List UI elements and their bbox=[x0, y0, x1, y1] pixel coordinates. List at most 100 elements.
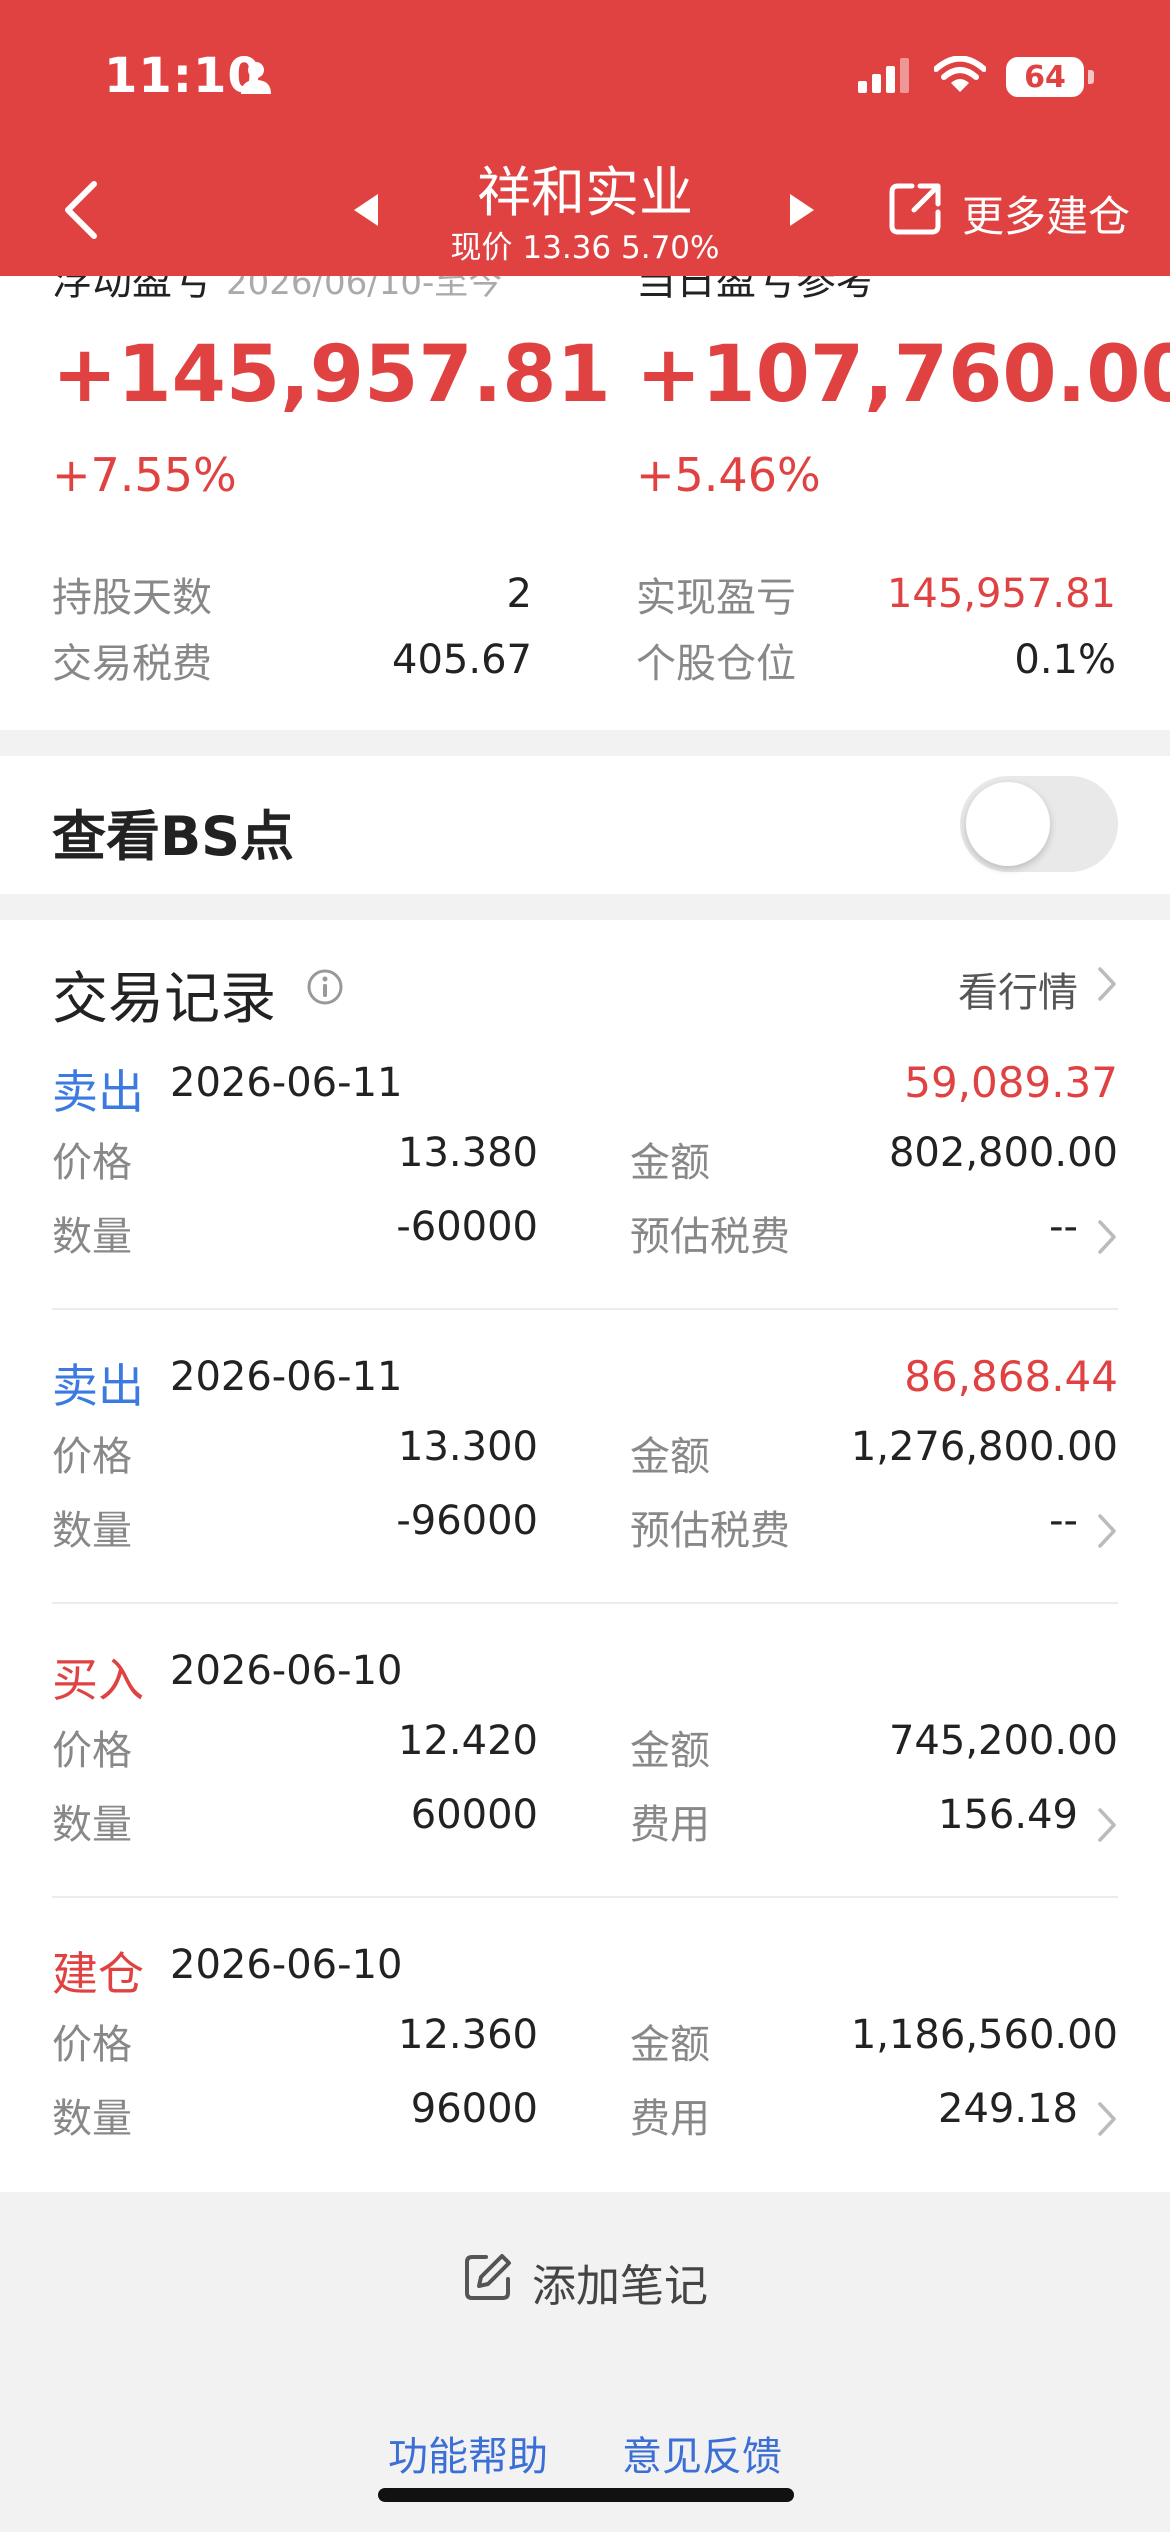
floating-pnl-value: +145,957.81 bbox=[52, 330, 611, 420]
chevron-right-icon bbox=[1096, 2100, 1118, 2142]
record-divider bbox=[52, 1602, 1118, 1604]
trade-records-title: 交易记录 bbox=[52, 967, 276, 1032]
wifi-icon bbox=[933, 55, 987, 98]
qty-label: 数量 bbox=[52, 1508, 132, 1554]
prev-stock-icon[interactable] bbox=[348, 190, 382, 230]
top-header: 11:10 64 祥和实业 现价 13.36 5.70% 更多建仓 bbox=[0, 0, 1170, 276]
toggle-knob bbox=[966, 782, 1050, 866]
more-positions-label: 更多建仓 bbox=[961, 191, 1130, 241]
trade-date: 2026-06-10 bbox=[170, 1648, 403, 1694]
qty-value: -96000 bbox=[396, 1498, 538, 1544]
trade-price-row: 价格 12.360 金额 1,186,560.00 bbox=[52, 2012, 1118, 2072]
trade-price-row: 价格 13.300 金额 1,276,800.00 bbox=[52, 1424, 1118, 1484]
record-divider bbox=[52, 1896, 1118, 1898]
battery-tip bbox=[1088, 70, 1094, 84]
trade-record[interactable]: 建仓 2026-06-10 价格 12.360 金额 1,186,560.00 … bbox=[52, 1938, 1118, 2234]
daily-pnl-percent: +5.46% bbox=[636, 448, 821, 502]
trade-price-row: 价格 12.420 金额 745,200.00 bbox=[52, 1718, 1118, 1778]
price-value: 12.420 bbox=[398, 1718, 538, 1764]
chevron-right-icon bbox=[1096, 1806, 1118, 1848]
trade-date: 2026-06-11 bbox=[170, 1060, 403, 1106]
qty-value: 60000 bbox=[410, 1792, 538, 1838]
trade-fees-value: 405.67 bbox=[392, 637, 532, 683]
feedback-link[interactable]: 意见反馈 bbox=[622, 2424, 782, 2482]
trade-type: 卖出 bbox=[52, 1065, 144, 1119]
trade-pnl: 59,089.37 bbox=[904, 1058, 1118, 1107]
battery-indicator: 64 bbox=[1006, 57, 1084, 97]
add-note-label: 添加笔记 bbox=[532, 2261, 708, 2312]
bs-points-toggle[interactable] bbox=[960, 776, 1118, 872]
stock-price-info: 现价 13.36 5.70% bbox=[450, 230, 720, 266]
price-label: 价格 bbox=[52, 1728, 132, 1774]
daily-pnl-value: +107,760.00 bbox=[636, 330, 1170, 420]
stock-name: 祥和实业 bbox=[477, 161, 693, 224]
trade-date: 2026-06-10 bbox=[170, 1942, 403, 1988]
fee-value: -- bbox=[1049, 1204, 1078, 1250]
holding-days-value: 2 bbox=[506, 571, 532, 617]
signal-icon bbox=[858, 57, 914, 97]
status-indicators: 64 bbox=[858, 55, 1094, 98]
realized-pnl-row: 实现盈亏 145,957.81 bbox=[636, 564, 1116, 624]
add-note-button[interactable]: 添加笔记 bbox=[462, 2250, 708, 2314]
amount-label: 金额 bbox=[630, 2022, 710, 2068]
amount-value: 802,800.00 bbox=[888, 1130, 1118, 1176]
position-ratio-label: 个股仓位 bbox=[636, 641, 796, 687]
realized-pnl-value: 145,957.81 bbox=[886, 571, 1116, 617]
price-label: 价格 bbox=[52, 2022, 132, 2068]
fee-value: 156.49 bbox=[938, 1792, 1078, 1838]
external-link-icon bbox=[886, 178, 946, 248]
trade-qty-row: 数量 60000 费用 156.49 bbox=[52, 1792, 1118, 1852]
qty-label: 数量 bbox=[52, 1802, 132, 1848]
holding-days-label: 持股天数 bbox=[52, 575, 212, 621]
amount-value: 1,276,800.00 bbox=[850, 1424, 1118, 1470]
position-ratio-row: 个股仓位 0.1% bbox=[636, 630, 1116, 690]
view-market-link[interactable]: 看行情 bbox=[958, 960, 1118, 1018]
home-indicator bbox=[378, 2488, 794, 2502]
price-label: 价格 bbox=[52, 1434, 132, 1480]
record-divider bbox=[52, 1308, 1118, 1310]
position-ratio-value: 0.1% bbox=[1014, 637, 1116, 683]
chevron-right-icon bbox=[1096, 1512, 1118, 1554]
trade-price-row: 价格 13.380 金额 802,800.00 bbox=[52, 1130, 1118, 1190]
amount-label: 金额 bbox=[630, 1434, 710, 1480]
person-icon bbox=[238, 60, 274, 100]
trade-pnl: 86,868.44 bbox=[904, 1352, 1118, 1401]
qty-value: 96000 bbox=[410, 2086, 538, 2132]
price-label: 价格 bbox=[52, 1140, 132, 1186]
pnl-summary-card: 浮动盈亏 2026/06/10-至今 +145,957.81 +7.55% 当日盈… bbox=[0, 230, 1170, 730]
amount-value: 745,200.00 bbox=[888, 1718, 1118, 1764]
price-value: 13.380 bbox=[398, 1130, 538, 1176]
chevron-right-icon bbox=[1096, 965, 1118, 1013]
trade-fees-label: 交易税费 bbox=[52, 641, 212, 687]
fee-value: -- bbox=[1049, 1498, 1078, 1544]
bs-points-label: 查看BS点 bbox=[52, 805, 295, 868]
amount-label: 金额 bbox=[630, 1728, 710, 1774]
qty-value: -60000 bbox=[396, 1204, 538, 1250]
next-stock-icon[interactable] bbox=[786, 190, 820, 230]
holding-days-row: 持股天数 2 bbox=[52, 564, 532, 624]
trade-type: 买入 bbox=[52, 1653, 144, 1707]
view-market-label: 看行情 bbox=[958, 970, 1078, 1016]
trade-qty-row: 数量 -60000 预估税费 -- bbox=[52, 1204, 1118, 1264]
fee-value: 249.18 bbox=[938, 2086, 1078, 2132]
trade-type: 建仓 bbox=[52, 1947, 144, 2001]
bs-points-card: 查看BS点 bbox=[0, 756, 1170, 894]
back-icon[interactable] bbox=[56, 178, 106, 242]
trade-date: 2026-06-11 bbox=[170, 1354, 403, 1400]
floating-pnl-percent: +7.55% bbox=[52, 448, 237, 502]
trade-fees-row: 交易税费 405.67 bbox=[52, 630, 532, 690]
more-positions-button[interactable]: 更多建仓 bbox=[886, 178, 1130, 248]
trade-records-card: 交易记录 看行情 卖出 2026-06-11 59,089.37 价格 13.3… bbox=[0, 920, 1170, 2192]
amount-value: 1,186,560.00 bbox=[850, 2012, 1118, 2058]
price-value: 13.300 bbox=[398, 1424, 538, 1470]
trade-qty-row: 数量 -96000 预估税费 -- bbox=[52, 1498, 1118, 1558]
edit-note-icon bbox=[462, 2251, 514, 2314]
realized-pnl-label: 实现盈亏 bbox=[636, 575, 796, 621]
trade-qty-row: 数量 96000 费用 249.18 bbox=[52, 2086, 1118, 2146]
footer-links: 功能帮助 意见反馈 bbox=[0, 2424, 1170, 2482]
qty-label: 数量 bbox=[52, 1214, 132, 1260]
info-icon[interactable] bbox=[306, 968, 344, 1010]
help-link[interactable]: 功能帮助 bbox=[388, 2424, 548, 2482]
amount-label: 金额 bbox=[630, 1140, 710, 1186]
qty-label: 数量 bbox=[52, 2096, 132, 2142]
